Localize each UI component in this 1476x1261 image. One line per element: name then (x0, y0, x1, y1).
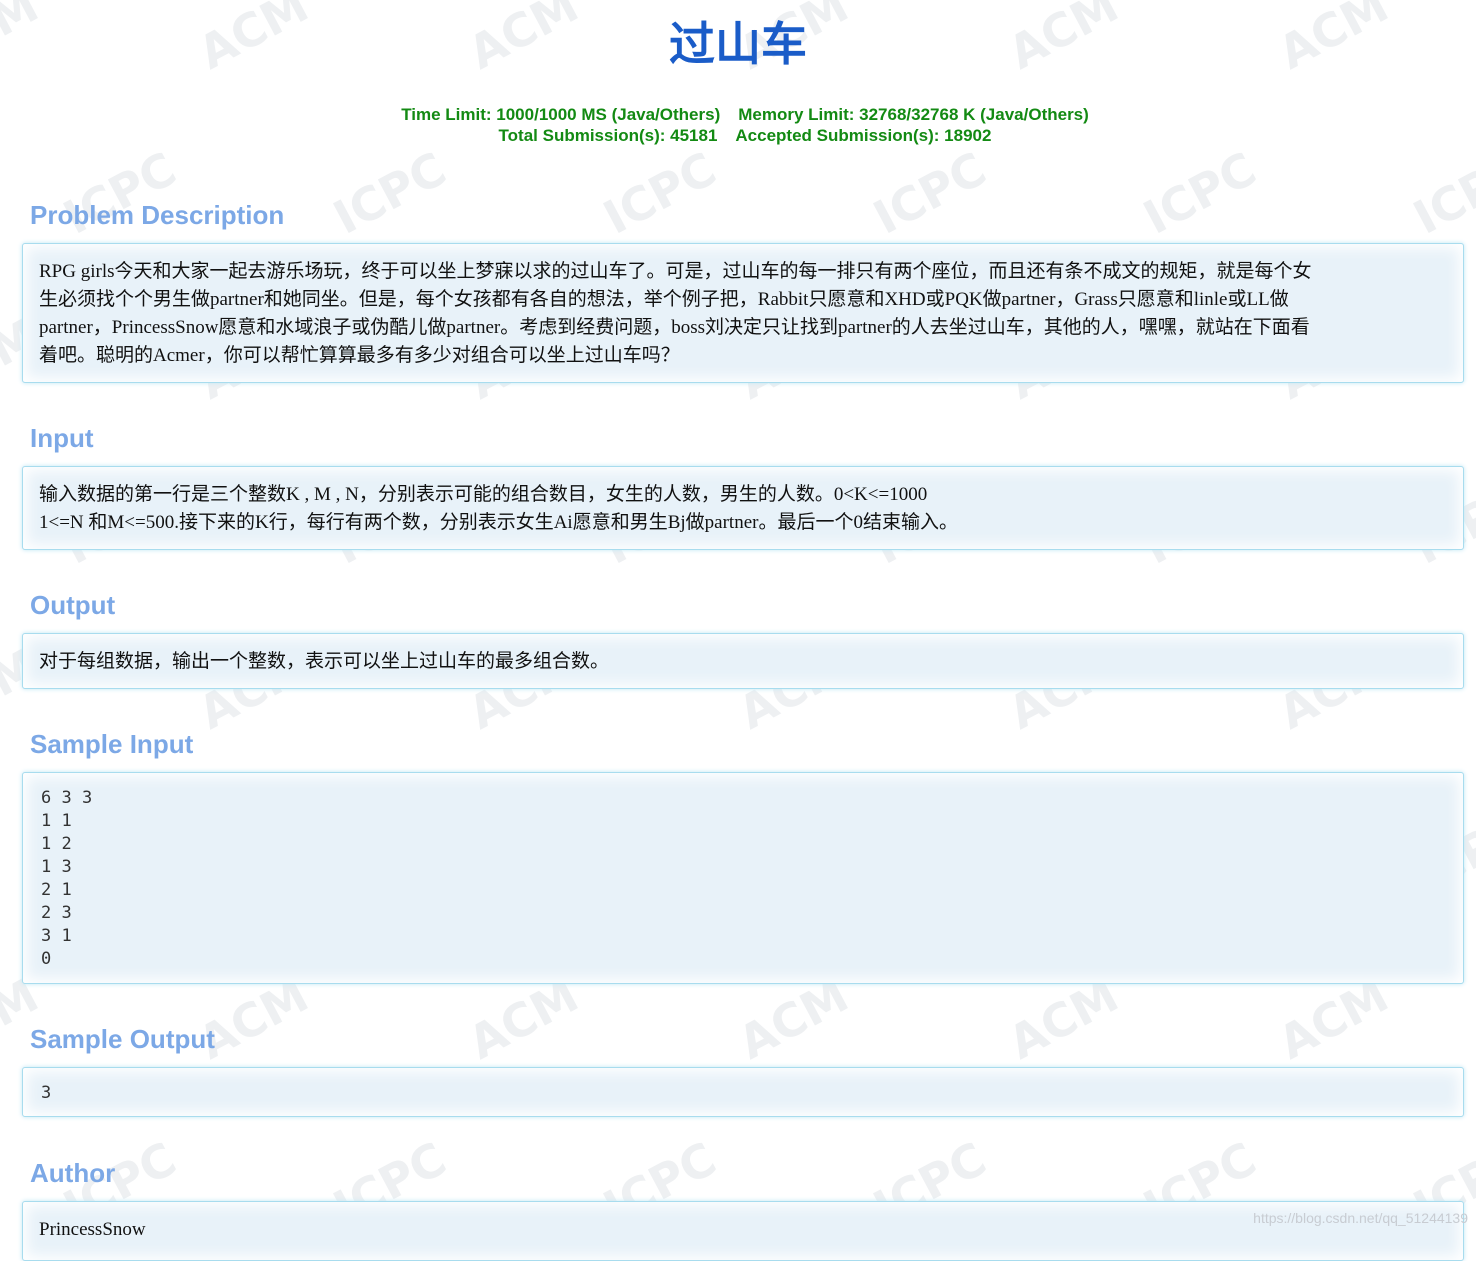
input-panel: 输入数据的第一行是三个整数K , M , N，分别表示可能的组合数目，女生的人数… (22, 466, 1464, 550)
sample-output-line: 3 (41, 1083, 52, 1103)
problem-title: 过山车 (669, 17, 807, 71)
problem-limits: Time Limit: 1000/1000 MS (Java/Others) Me… (0, 104, 1476, 146)
sample-input-line: 2 1 (41, 880, 72, 900)
time-limit: Time Limit: 1000/1000 MS (Java/Others) (401, 105, 721, 124)
acm-icpc-watermark: ACM ACM ACM ACM ACM ACMICPC ICPC ICPC ICPC ICPC IC… (0, 0, 1476, 1235)
watermark-text: ICPC (1405, 141, 1476, 244)
output-heading: Output (30, 590, 116, 620)
sample-input-line: 1 1 (41, 811, 72, 831)
watermark-text: ICPC (595, 141, 725, 244)
sample-input-line: 1 3 (41, 857, 72, 877)
description-line: 生必须找个个男生做partner和她同坐。但是，每个女孩都有各自的想法，举个例子… (39, 289, 1289, 310)
description-line: partner，PrincessSnow愿意和水域浪子或伪酷儿做partner。… (39, 317, 1310, 338)
watermark-text: ICPC (325, 141, 455, 244)
sample-input-line: 3 1 (41, 926, 72, 946)
input-line: 1<=N 和M<=500.接下来的K行，每行有两个数，分别表示女生Ai愿意和男生… (39, 512, 958, 533)
author-panel: PrincessSnow (22, 1201, 1464, 1261)
author-heading: Author (30, 1158, 116, 1188)
watermark-text: ICPC (865, 141, 995, 244)
output-line: 对于每组数据，输出一个整数，表示可以坐上过山车的最多组合数。 (39, 651, 610, 672)
sample-output-panel: 3 (22, 1067, 1464, 1117)
description-line: 着吧。聪明的Acmer，你可以帮忙算算最多有多少对组合可以坐上过山车吗？ (39, 345, 680, 366)
sample-input-heading: Sample Input (30, 729, 194, 759)
total-submissions: Total Submission(s): 45181 (498, 126, 718, 145)
accepted-submissions: Accepted Submission(s): 18902 (735, 126, 992, 145)
sample-output-heading: Sample Output (30, 1024, 215, 1054)
output-panel: 对于每组数据，输出一个整数，表示可以坐上过山车的最多组合数。 (22, 633, 1464, 689)
sample-input-panel: 6 3 3 1 1 1 2 1 3 2 1 2 3 3 1 0 (22, 772, 1464, 984)
watermark-text: ICPC (1135, 141, 1265, 244)
description-line: RPG girls今天和大家一起去游乐场玩，终于可以坐上梦寐以求的过山车了。可是… (39, 261, 1312, 282)
description-panel: RPG girls今天和大家一起去游乐场玩，终于可以坐上梦寐以求的过山车了。可是… (22, 243, 1464, 383)
author-name: PrincessSnow (39, 1219, 146, 1240)
memory-limit: Memory Limit: 32768/32768 K (Java/Others… (738, 105, 1089, 124)
input-heading: Input (30, 423, 94, 453)
description-heading: Problem Description (30, 200, 285, 230)
sample-input-line: 6 3 3 (41, 788, 93, 808)
sample-input-line: 1 2 (41, 834, 72, 854)
sample-input-line: 2 3 (41, 903, 72, 923)
input-line: 输入数据的第一行是三个整数K , M , N，分别表示可能的组合数目，女生的人数… (39, 484, 928, 505)
sample-input-line: 0 (41, 949, 52, 969)
watermark-url: https://blog.csdn.net/qq_51244139 (1253, 1210, 1468, 1226)
